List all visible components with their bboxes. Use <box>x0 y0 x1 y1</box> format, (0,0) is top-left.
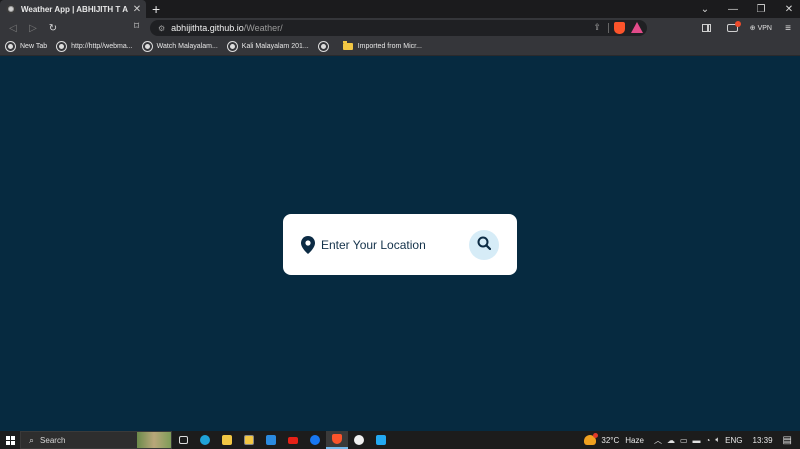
weather-app-page <box>0 57 800 431</box>
facebook-icon[interactable] <box>304 431 326 449</box>
sidebar-toggle-icon[interactable] <box>701 24 711 32</box>
taskbar-search-label: Search <box>40 435 66 445</box>
system-tray: 32°C Haze ︿ ☁ ▭ ▬ ◔ 🔈︎ ENG 13:39 ▤ <box>584 431 800 449</box>
bookmark-page-icon[interactable]: ⌑ <box>134 21 139 32</box>
window-controls: ⌄ — ❐ ✕ <box>691 0 800 18</box>
search-icon: ⌕ <box>29 434 35 445</box>
close-tab-icon[interactable]: ✕ <box>130 4 144 15</box>
globe-icon <box>6 42 15 51</box>
globe-icon <box>318 42 328 51</box>
edge-icon[interactable] <box>194 431 216 449</box>
brave-shields-icon[interactable] <box>614 22 625 34</box>
menu-icon[interactable]: ≡ <box>780 23 796 34</box>
search-icon <box>477 236 492 255</box>
vscode-icon[interactable] <box>370 431 392 449</box>
minimize-button[interactable]: — <box>719 4 747 15</box>
vpn-label: VPN <box>757 25 772 32</box>
bookmark-label: Imported from Micr... <box>357 43 422 50</box>
language-indicator[interactable]: ENG <box>725 436 742 445</box>
search-highlight-image <box>137 432 171 448</box>
folder-icon <box>342 41 353 50</box>
location-input[interactable] <box>321 237 461 252</box>
bookmark-item[interactable]: http://http//webma... <box>57 42 133 51</box>
site-info-icon[interactable]: ⚙ <box>158 24 165 33</box>
globe-icon <box>6 4 16 14</box>
chevron-up-icon[interactable]: ︿ <box>654 435 662 446</box>
globe-icon <box>142 42 152 51</box>
search-button[interactable] <box>469 230 499 260</box>
location-pin-icon <box>301 235 315 254</box>
bookmark-label: Kali Malayalam 201... <box>241 43 309 50</box>
bookmark-folder[interactable]: Imported from Micr... <box>342 41 422 50</box>
weather-temperature[interactable]: 32°C <box>601 436 619 445</box>
wallet-icon[interactable] <box>726 21 741 32</box>
window-close-button[interactable]: ✕ <box>775 4 800 15</box>
brave-rewards-icon[interactable] <box>631 22 643 33</box>
tab-title: Weather App | ABHIJITH T A <box>21 4 128 14</box>
file-explorer-icon[interactable] <box>216 431 238 449</box>
weather-description[interactable]: Haze <box>625 436 644 445</box>
toolbar-right-buttons: ⊕ VPN ≡ <box>701 18 800 38</box>
windows-taskbar: ⌕ Search 32°C Haze ︿ ☁ ▭ ▬ ◔ 🔈︎ ENG 13:3… <box>0 431 800 449</box>
globe-icon <box>227 42 237 51</box>
browser-toolbar: ◁ ▷ ↻ ⌑ ⚙ abhijithta.github.io/Weather/ … <box>0 18 800 38</box>
task-view-icon[interactable] <box>172 431 194 449</box>
address-bar[interactable]: ⚙ abhijithta.github.io/Weather/ ⇪ <box>150 20 647 36</box>
brave-icon[interactable] <box>326 431 348 449</box>
volume-icon[interactable]: 🔈︎ <box>715 435 720 445</box>
forward-arrow-icon[interactable]: ▷ <box>23 23 43 34</box>
back-arrow-icon[interactable]: ◁ <box>3 23 23 34</box>
new-tab-button[interactable]: + <box>152 0 160 18</box>
clock[interactable]: 13:39 <box>753 436 773 445</box>
bookmark-label: Watch Malayalam... <box>156 43 218 50</box>
github-icon[interactable] <box>348 431 370 449</box>
bookmarks-bar: New Tab http://http//webma... Watch Mala… <box>0 38 800 56</box>
taskbar-search-box[interactable]: ⌕ Search <box>20 431 172 449</box>
bookmark-item[interactable]: New Tab <box>6 42 47 51</box>
restore-button[interactable]: ❐ <box>747 4 775 15</box>
tab-strip: Weather App | ABHIJITH T A ✕ + ⌄ — ❐ ✕ <box>0 0 800 18</box>
start-button[interactable] <box>0 431 20 449</box>
url-host: abhijithta.github.io <box>171 23 244 33</box>
location-search-card <box>283 214 517 275</box>
windows-logo-icon <box>5 435 15 445</box>
share-icon[interactable]: ⇪ <box>593 22 601 33</box>
reload-icon[interactable]: ↻ <box>43 23 63 34</box>
url-path: /Weather/ <box>243 23 283 33</box>
youtube-icon[interactable] <box>282 431 304 449</box>
bookmark-label: http://http//webma... <box>71 43 133 50</box>
mail-icon[interactable] <box>260 431 282 449</box>
store-icon[interactable] <box>238 431 260 449</box>
network-icon[interactable]: ◔ <box>706 436 711 445</box>
tab-search-dropdown-icon[interactable]: ⌄ <box>691 4 719 15</box>
bookmark-item[interactable]: Watch Malayalam... <box>142 42 218 51</box>
battery-icon[interactable]: ▬ <box>693 436 701 445</box>
bookmark-label: New Tab <box>20 43 48 50</box>
url-divider <box>608 23 609 33</box>
weather-icon[interactable] <box>584 433 599 445</box>
bookmark-item[interactable] <box>318 42 333 51</box>
meet-now-icon[interactable]: ▭ <box>680 436 688 445</box>
vpn-button[interactable]: ⊕ VPN <box>750 24 772 32</box>
globe-icon <box>57 42 67 51</box>
onedrive-icon[interactable]: ☁ <box>667 436 675 445</box>
browser-tab-active[interactable]: Weather App | ABHIJITH T A ✕ <box>0 0 146 18</box>
bookmark-item[interactable]: Kali Malayalam 201... <box>227 42 309 51</box>
notifications-icon[interactable]: ▤ <box>783 435 792 446</box>
